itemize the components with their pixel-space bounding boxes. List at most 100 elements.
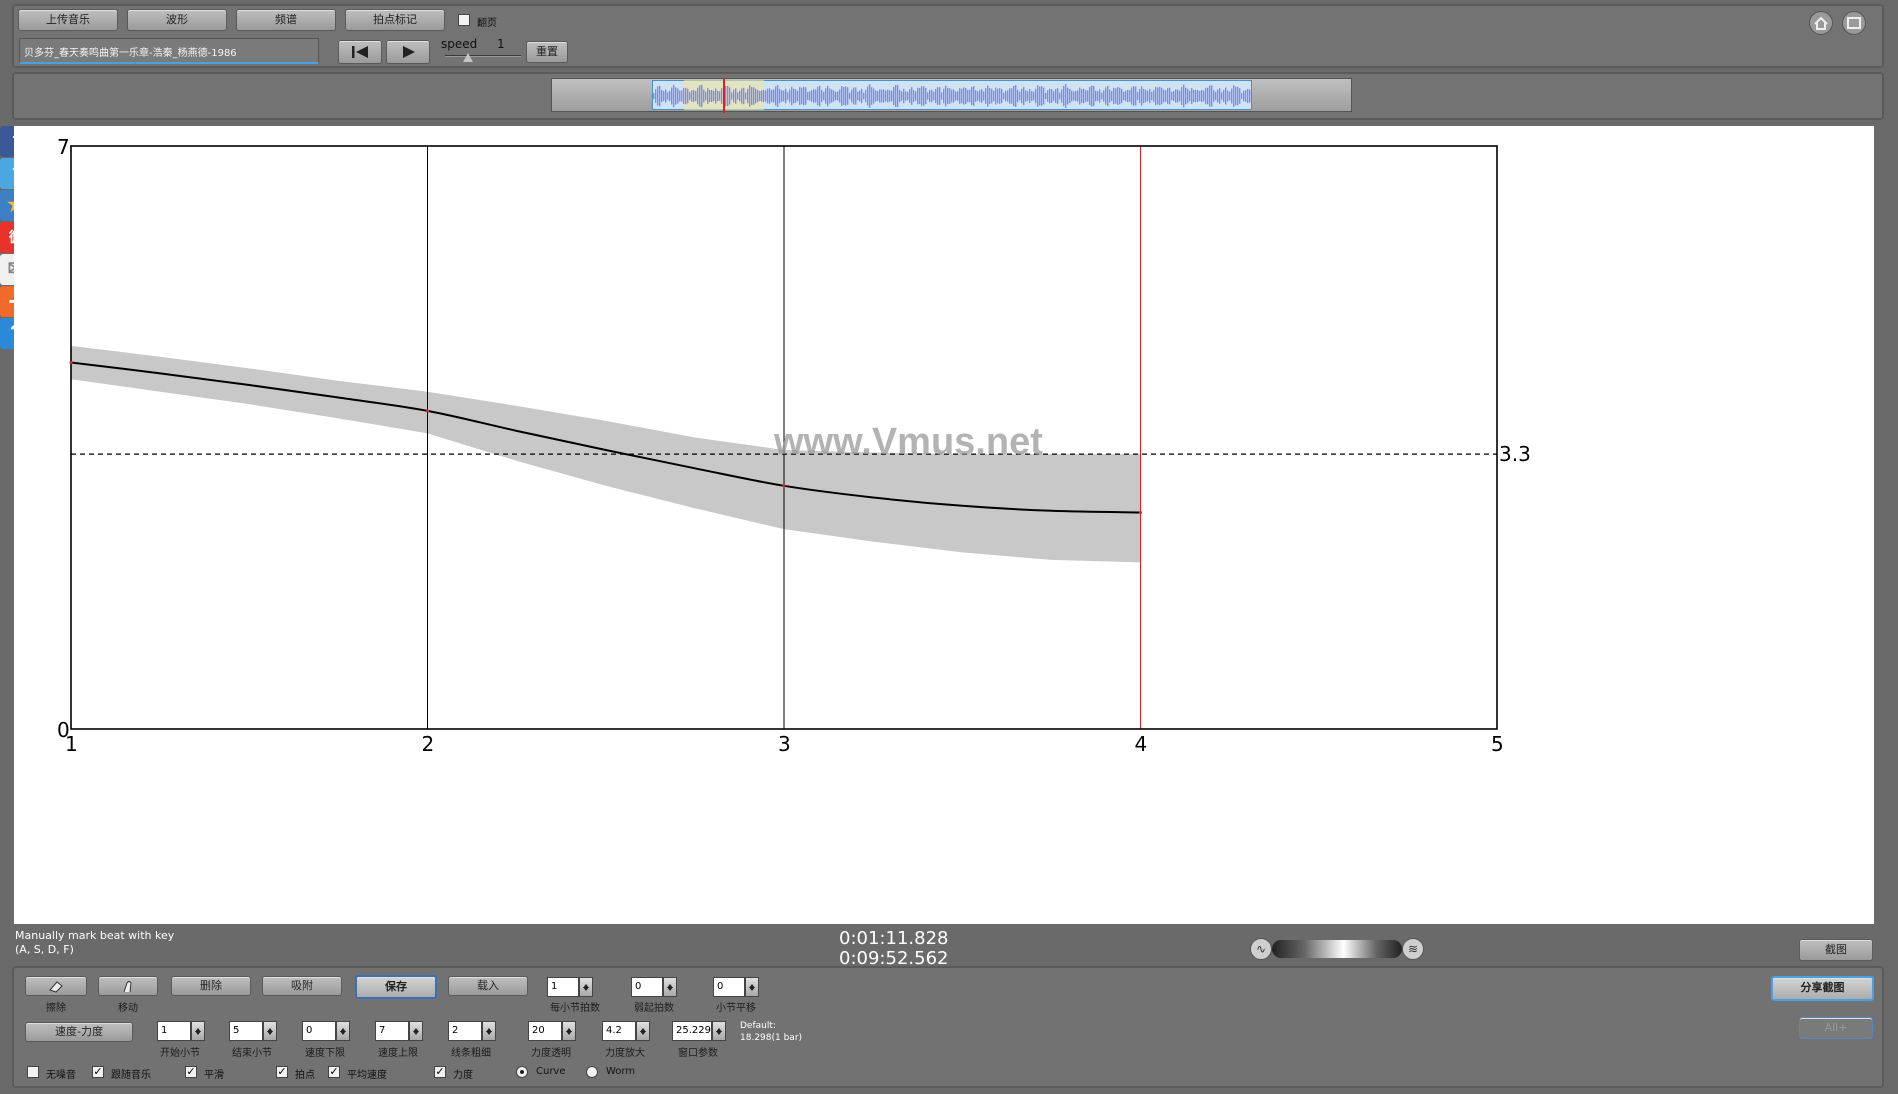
beats-per-bar-caption: 每小节拍数	[550, 1003, 600, 1014]
play-button[interactable]	[386, 40, 430, 64]
delete-button[interactable]: 删除	[171, 976, 251, 996]
watermark-text: www.Vmus.net	[773, 421, 1043, 463]
dyn-scale-caption: 力度放大	[605, 1048, 645, 1059]
default-note-line-2: 18.298(1 bar)	[740, 1033, 803, 1043]
upload-music-button[interactable]: 上传音乐	[18, 9, 118, 31]
line-width-caption: 线条粗细	[451, 1048, 491, 1059]
home-icon	[1814, 16, 1828, 30]
worm-radio[interactable]	[586, 1066, 598, 1078]
time-current: 0:01:11.828	[839, 928, 949, 949]
skip-back-icon	[352, 46, 368, 58]
snap-button[interactable]: 吸附	[262, 976, 342, 996]
pickup-beats-stepper[interactable]	[663, 977, 677, 997]
volume-track[interactable]	[1272, 940, 1402, 958]
x-tick-label: 4	[1135, 732, 1148, 756]
start-bar-caption: 开始小节	[160, 1048, 200, 1059]
dyn-opacity-caption: 力度透明	[531, 1048, 571, 1059]
tempo-dynamics-chart: 3.31 2 3 4 570www.Vmus.net	[57, 135, 1531, 756]
smooth-checkbox[interactable]: ✓	[185, 1066, 197, 1078]
dyn-scale-input[interactable]: 4.2	[602, 1021, 636, 1041]
dyn-opacity-stepper[interactable]	[562, 1021, 576, 1041]
volume-high-icon[interactable]: ≋	[1402, 938, 1424, 960]
move-icon	[123, 981, 132, 993]
chart-area[interactable]: 3.3 1 2 3 4 5 7 0 www.Vmus.net	[14, 126, 1874, 924]
tempo-min-input[interactable]: 0	[302, 1021, 336, 1041]
dyn-opacity-input[interactable]: 20	[528, 1021, 562, 1041]
speed-slider[interactable]	[445, 52, 521, 66]
screenshot-button[interactable]: 截图	[1799, 939, 1873, 961]
end-bar-input[interactable]: 5	[229, 1021, 263, 1041]
eraser-icon	[49, 981, 63, 993]
tempo-max-input[interactable]: 7	[375, 1021, 409, 1041]
disabled-extra-button[interactable]: All+	[1799, 1017, 1873, 1039]
beat-point	[69, 361, 73, 365]
x-tick-label: 5	[1491, 732, 1504, 756]
no-mute-label: 无噪音	[46, 1070, 76, 1081]
start-bar-stepper[interactable]	[191, 1021, 205, 1041]
dynamics-checkbox[interactable]: ✓	[434, 1066, 446, 1078]
spectrum-button[interactable]: 频谱	[236, 9, 336, 31]
curve-radio[interactable]	[516, 1066, 528, 1078]
curve-label: Curve	[536, 1066, 566, 1077]
end-bar-caption: 结束小节	[232, 1048, 272, 1059]
play-icon	[403, 46, 415, 58]
no-mute-checkbox[interactable]	[27, 1066, 39, 1078]
speed-slider-thumb[interactable]	[463, 48, 473, 62]
mode-tempo-dynamics-button[interactable]: 速度-力度	[25, 1022, 133, 1042]
line-width-input[interactable]: 2	[448, 1021, 482, 1041]
window-param-input[interactable]: 25.229	[672, 1021, 712, 1041]
move-caption: 移动	[118, 1003, 138, 1014]
smooth-label: 平滑	[204, 1070, 224, 1081]
beats-per-bar-stepper[interactable]	[579, 977, 593, 997]
window-param-stepper[interactable]	[712, 1021, 726, 1041]
tempo-min-stepper[interactable]	[336, 1021, 350, 1041]
waveform-button[interactable]: 波形	[127, 9, 227, 31]
beat-point	[782, 484, 786, 488]
track-title-text: 贝多芬_春天奏鸣曲第一乐章-浩秦_杨燕德-1986	[24, 48, 237, 59]
avg-tempo-label: 平均速度	[347, 1070, 387, 1081]
reset-button[interactable]: 重置	[526, 41, 568, 63]
start-bar-input[interactable]: 1	[157, 1021, 191, 1041]
overview-waveform[interactable]	[551, 78, 1352, 113]
pickup-beats-input[interactable]: 0	[631, 977, 663, 997]
save-button[interactable]: 保存	[355, 975, 437, 999]
x-tick-label: 3	[778, 732, 791, 756]
load-button[interactable]: 载入	[448, 976, 528, 996]
fullscreen-icon	[1847, 17, 1861, 29]
follow-music-label: 跟随音乐	[111, 1070, 151, 1081]
dynamics-label: 力度	[453, 1070, 473, 1081]
hint-line-1: Manually mark beat with key	[15, 929, 175, 942]
move-button[interactable]	[98, 976, 158, 996]
share-screenshot-button[interactable]: 分享截图	[1771, 976, 1874, 1001]
bar-shift-stepper[interactable]	[745, 977, 759, 997]
beats-checkbox[interactable]: ✓	[276, 1066, 288, 1078]
tempo-min-caption: 速度下限	[305, 1048, 345, 1059]
tempo-max-stepper[interactable]	[409, 1021, 423, 1041]
beat-point	[426, 409, 429, 413]
volume-low-icon[interactable]: ∿	[1250, 938, 1272, 960]
home-button[interactable]	[1809, 11, 1833, 35]
worm-label: Worm	[606, 1066, 636, 1077]
fullscreen-button[interactable]	[1842, 11, 1866, 35]
end-bar-stepper[interactable]	[263, 1021, 277, 1041]
volume-control[interactable]: ∿ ≋	[1250, 937, 1426, 961]
beats-per-bar-input[interactable]: 1	[547, 977, 579, 997]
waveform-graphic	[653, 84, 1251, 108]
bar-shift-caption: 小节平移	[716, 1003, 756, 1014]
beat-mark-button[interactable]: 拍点标记	[345, 9, 445, 31]
skip-back-button[interactable]	[338, 40, 382, 64]
bar-shift-input[interactable]: 0	[713, 977, 745, 997]
app-window: 上传音乐 波形 频谱 拍点标记 翻页 贝多芬_春天奏鸣曲第一乐章-浩秦_杨燕德-…	[0, 0, 1898, 1094]
avg-tempo-checkbox[interactable]: ✓	[328, 1066, 340, 1078]
follow-music-checkbox[interactable]: ✓	[92, 1066, 104, 1078]
dyn-scale-stepper[interactable]	[636, 1021, 650, 1041]
line-width-stepper[interactable]	[482, 1021, 496, 1041]
erase-button[interactable]	[25, 976, 87, 996]
track-title-field[interactable]: 贝多芬_春天奏鸣曲第一乐章-浩秦_杨燕德-1986	[19, 38, 319, 64]
overview-playhead	[723, 79, 725, 113]
speed-value: 1	[497, 37, 505, 51]
hint-line-2: (A, S, D, F)	[15, 943, 74, 956]
default-note-line-1: Default:	[740, 1021, 776, 1031]
tempo-max-caption: 速度上限	[378, 1048, 418, 1059]
flip-page-checkbox[interactable]	[458, 14, 470, 26]
